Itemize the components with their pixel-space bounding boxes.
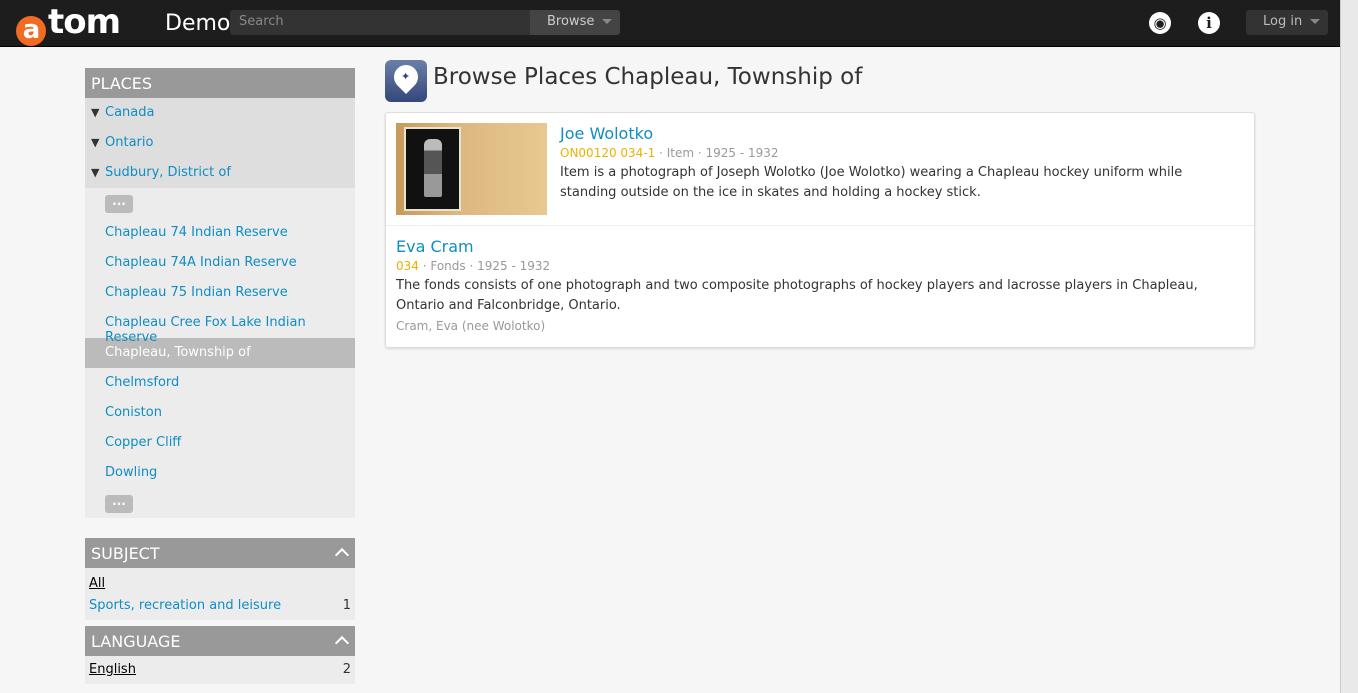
level-of-description: Fonds: [430, 259, 466, 273]
more-below-button[interactable]: ...: [85, 488, 355, 518]
place-icon: ✦: [385, 60, 427, 102]
tree-item[interactable]: Chelmsford: [85, 368, 355, 398]
scrollbar[interactable]: [1340, 0, 1358, 693]
result-meta: 034 · Fonds · 1925 - 1932: [396, 259, 551, 273]
more-above-button[interactable]: ...: [85, 188, 355, 218]
triangle-down-icon: ▼: [91, 166, 100, 179]
tree-ancestor-label: Ontario: [105, 135, 154, 150]
more-label: ...: [105, 495, 133, 513]
tree-ancestor-canada[interactable]: ▼ Canada: [85, 98, 355, 128]
maple-leaf-icon: ✦: [401, 70, 411, 83]
language-facet: LANGUAGE English 2: [85, 626, 355, 684]
result-description: The fonds consists of one photograph and…: [396, 278, 1198, 313]
login-label: Log in: [1263, 14, 1303, 29]
hockey-player-figure: [424, 139, 442, 197]
tree-item[interactable]: Chapleau 74A Indian Reserve: [85, 248, 355, 278]
tree-item[interactable]: Coniston: [85, 398, 355, 428]
facet-link[interactable]: Sports, recreation and leisure: [89, 598, 281, 613]
tree-item[interactable]: Chapleau 75 Indian Reserve: [85, 278, 355, 308]
subject-heading-label: SUBJECT: [91, 544, 160, 563]
browse-label: Browse: [547, 14, 595, 29]
site-name[interactable]: Demo: [165, 11, 230, 36]
reference-code: ON00120 034-1: [560, 146, 656, 160]
language-heading-label: LANGUAGE: [91, 632, 181, 651]
triangle-down-icon: ▼: [91, 106, 100, 119]
result-creator: Cram, Eva (nee Wolotko): [396, 319, 546, 333]
logo-text: tom: [48, 2, 121, 42]
logo-letter: a: [16, 16, 46, 46]
login-button[interactable]: Log in: [1246, 10, 1328, 35]
result-dates: 1925 - 1932: [477, 259, 551, 273]
page-title: Browse Places Chapleau, Township of: [433, 64, 863, 90]
tree-ancestor-label: Canada: [105, 105, 155, 120]
chevron-up-icon: [334, 635, 350, 651]
result-dates: 1925 - 1932: [705, 146, 779, 160]
level-of-description: Item: [666, 146, 695, 160]
tree-item[interactable]: Chapleau Cree Fox Lake Indian Reserve: [85, 308, 355, 345]
results-list: Joe Wolotko ON00120 034-1 · Item · 1925 …: [385, 112, 1255, 348]
subject-heading[interactable]: SUBJECT: [85, 538, 355, 568]
places-heading: PLACES: [85, 68, 355, 98]
language-heading[interactable]: LANGUAGE: [85, 626, 355, 656]
tree-item[interactable]: Copper Cliff: [85, 428, 355, 458]
globe-icon[interactable]: ◉: [1149, 12, 1171, 34]
facet-count: 2: [342, 661, 351, 677]
triangle-down-icon: ▼: [91, 136, 100, 149]
caret-down-icon: [602, 19, 613, 24]
tree-item[interactable]: Dowling: [85, 458, 355, 488]
places-facet: PLACES ▼ Canada ▼ Ontario ▼ Sudbury, Distri…: [85, 68, 355, 518]
chevron-up-icon: [334, 547, 350, 563]
browse-menu-button[interactable]: Browse: [530, 10, 620, 35]
result-thumbnail[interactable]: [396, 123, 547, 215]
info-icon[interactable]: i: [1198, 12, 1220, 34]
search-input[interactable]: Search: [230, 10, 530, 35]
atom-logo[interactable]: a tom: [16, 2, 121, 46]
subject-facet: SUBJECT All Sports, recreation and leisu…: [85, 538, 355, 620]
reference-code: 034: [396, 259, 419, 273]
facet-all-link[interactable]: All: [89, 576, 105, 591]
more-label: ...: [105, 195, 133, 213]
photo-frame: [404, 127, 461, 211]
result-meta: ON00120 034-1 · Item · 1925 - 1932: [560, 146, 779, 160]
result-title-link[interactable]: Eva Cram: [396, 237, 474, 256]
tree-ancestor-sudbury[interactable]: ▼ Sudbury, District of: [85, 158, 355, 188]
facet-count: 1: [342, 597, 351, 613]
tree-ancestor-label: Sudbury, District of: [105, 165, 231, 180]
result-title-link[interactable]: Joe Wolotko: [560, 124, 653, 143]
caret-down-icon: [1310, 19, 1321, 24]
tree-item[interactable]: Chapleau 74 Indian Reserve: [85, 218, 355, 248]
result-description: Item is a photograph of Joseph Wolotko (…: [560, 165, 1183, 200]
top-bar: a tom Demo Search Browse ◉ i Log in: [0, 0, 1340, 47]
result-item: Eva Cram 034 · Fonds · 1925 - 1932 The f…: [386, 226, 1254, 348]
tree-ancestor-ontario[interactable]: ▼ Ontario: [85, 128, 355, 158]
facet-link[interactable]: English: [89, 662, 136, 677]
result-item: Joe Wolotko ON00120 034-1 · Item · 1925 …: [386, 113, 1254, 226]
